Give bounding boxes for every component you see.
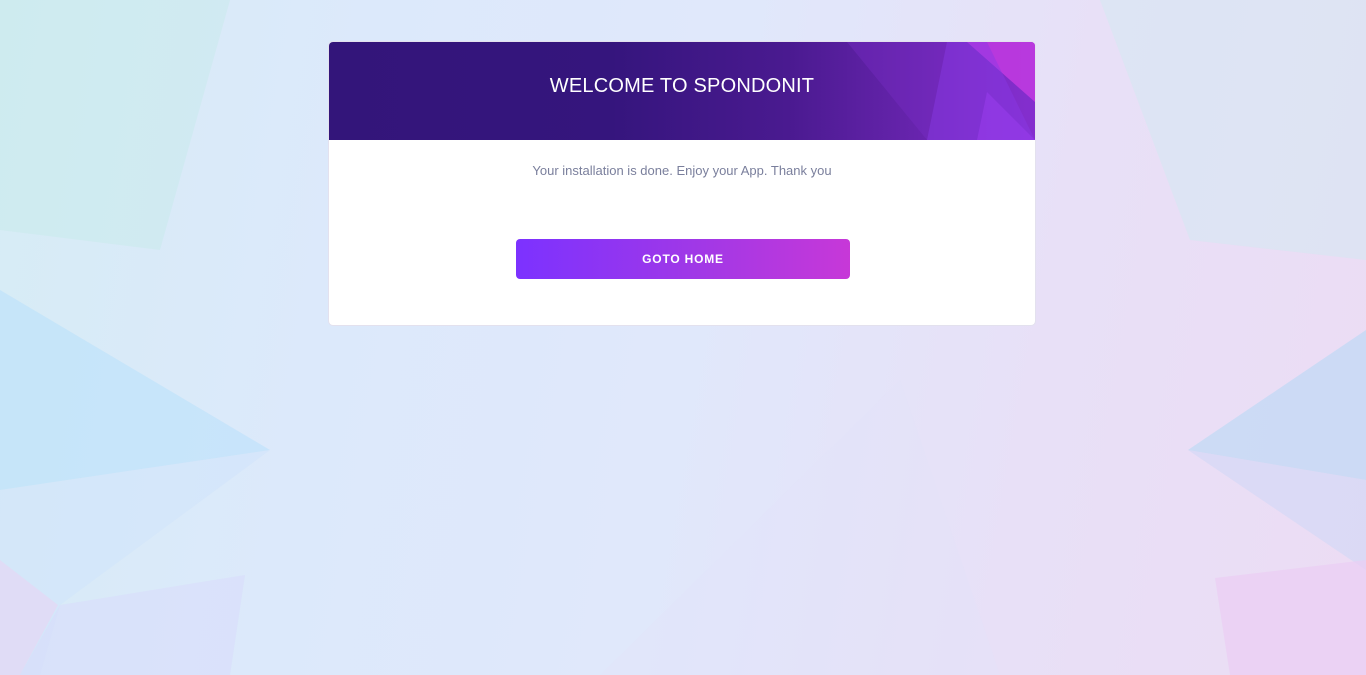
page-title: WELCOME TO SPONDONIT [549, 75, 815, 97]
welcome-card: WELCOME TO SPONDONIT Your installation i… [328, 41, 1036, 326]
installation-message: Your installation is done. Enjoy your Ap… [532, 163, 832, 178]
card-body: Your installation is done. Enjoy your Ap… [329, 140, 1035, 325]
card-header: WELCOME TO SPONDONIT [329, 42, 1035, 140]
goto-home-button[interactable]: GOTO HOME [516, 239, 850, 279]
